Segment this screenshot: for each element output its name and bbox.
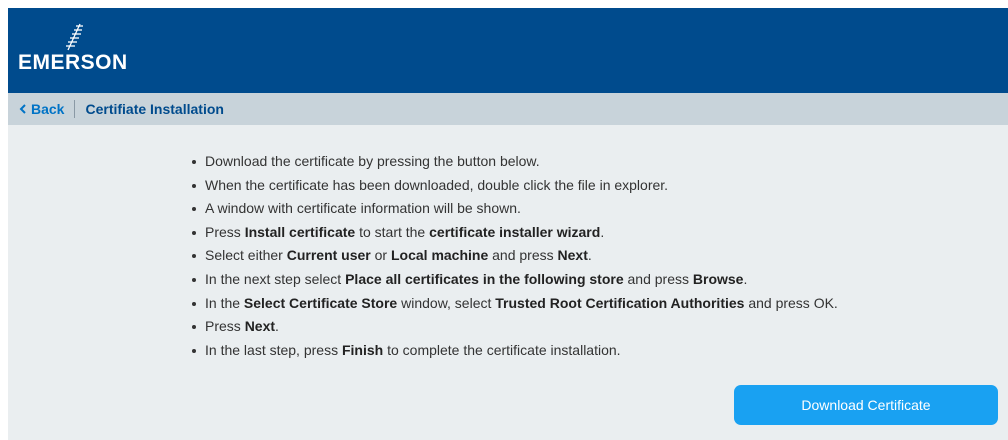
instruction-text: Press xyxy=(205,223,245,240)
instruction-item: Press Install certificate to start the c… xyxy=(190,221,838,245)
instruction-item: A window with certificate information wi… xyxy=(190,197,838,221)
instruction-item: Download the certificate by pressing the… xyxy=(190,150,838,174)
emerson-logo: EMERSON xyxy=(18,22,148,78)
back-link[interactable]: Back xyxy=(18,101,64,117)
instruction-text: A window with certificate information wi… xyxy=(205,200,521,217)
instruction-text: to complete the certificate installation… xyxy=(383,341,621,358)
app-header: EMERSON xyxy=(8,8,1008,93)
instruction-text: . xyxy=(743,270,748,287)
instruction-bold-text: certificate installer wizard xyxy=(429,223,601,240)
chevron-left-icon xyxy=(19,104,26,114)
instruction-bold-text: Browse xyxy=(692,270,744,287)
instruction-text: In the next step select xyxy=(205,270,346,287)
page-title: Certifiate Installation xyxy=(85,101,224,117)
instruction-text: Press xyxy=(205,318,245,335)
instruction-bold-text: Local machine xyxy=(390,247,489,264)
instruction-text: . xyxy=(275,318,279,335)
instruction-text: . xyxy=(587,247,592,264)
breadcrumb-separator xyxy=(74,100,76,118)
instruction-text: window, select xyxy=(397,294,496,311)
instruction-item: When the certificate has been downloaded… xyxy=(190,174,838,198)
instruction-text: When the certificate has been downloaded… xyxy=(205,176,669,193)
instruction-bold-text: Install certificate xyxy=(244,223,356,240)
instruction-bold-text: Select Certificate Store xyxy=(243,294,398,311)
instruction-text: and press xyxy=(623,270,693,287)
instruction-bold-text: Place all certificates in the following … xyxy=(345,270,624,287)
instruction-text: or xyxy=(370,247,391,264)
emerson-logo-text: EMERSON xyxy=(18,51,128,74)
instruction-text: Select either xyxy=(205,247,287,264)
instruction-bold-text: Next xyxy=(244,318,276,335)
download-certificate-button[interactable]: Download Certificate xyxy=(734,385,998,425)
instruction-text: In the last step, press xyxy=(205,341,342,358)
instruction-text: and press xyxy=(488,247,558,264)
instruction-item: Press Next. xyxy=(190,315,838,339)
instruction-bold-text: Finish xyxy=(341,341,384,358)
breadcrumb-bar: Back Certifiate Installation xyxy=(8,93,1008,125)
instruction-bold-text: Trusted Root Certification Authorities xyxy=(495,294,745,311)
instruction-item: In the Select Certificate Store window, … xyxy=(190,292,838,316)
instruction-text: Download the certificate by pressing the… xyxy=(205,153,540,169)
instruction-text: and press OK. xyxy=(744,294,838,311)
instruction-item: Select either Current user or Local mach… xyxy=(190,244,838,268)
instruction-text: to start the xyxy=(355,223,430,240)
emerson-logo-mark-icon xyxy=(66,23,83,51)
instructions-list: Download the certificate by pressing the… xyxy=(190,150,838,362)
instruction-item: In the next step select Place all certif… xyxy=(190,268,838,292)
page-frame: EMERSON Back Certifiate Installation Dow… xyxy=(8,8,1008,440)
instruction-bold-text: Current user xyxy=(286,247,371,264)
instruction-item: In the last step, press Finish to comple… xyxy=(190,339,838,363)
instruction-text: . xyxy=(600,223,605,240)
instruction-bold-text: Next xyxy=(557,247,588,264)
back-link-label: Back xyxy=(31,101,65,117)
instruction-text: In the xyxy=(205,294,244,311)
